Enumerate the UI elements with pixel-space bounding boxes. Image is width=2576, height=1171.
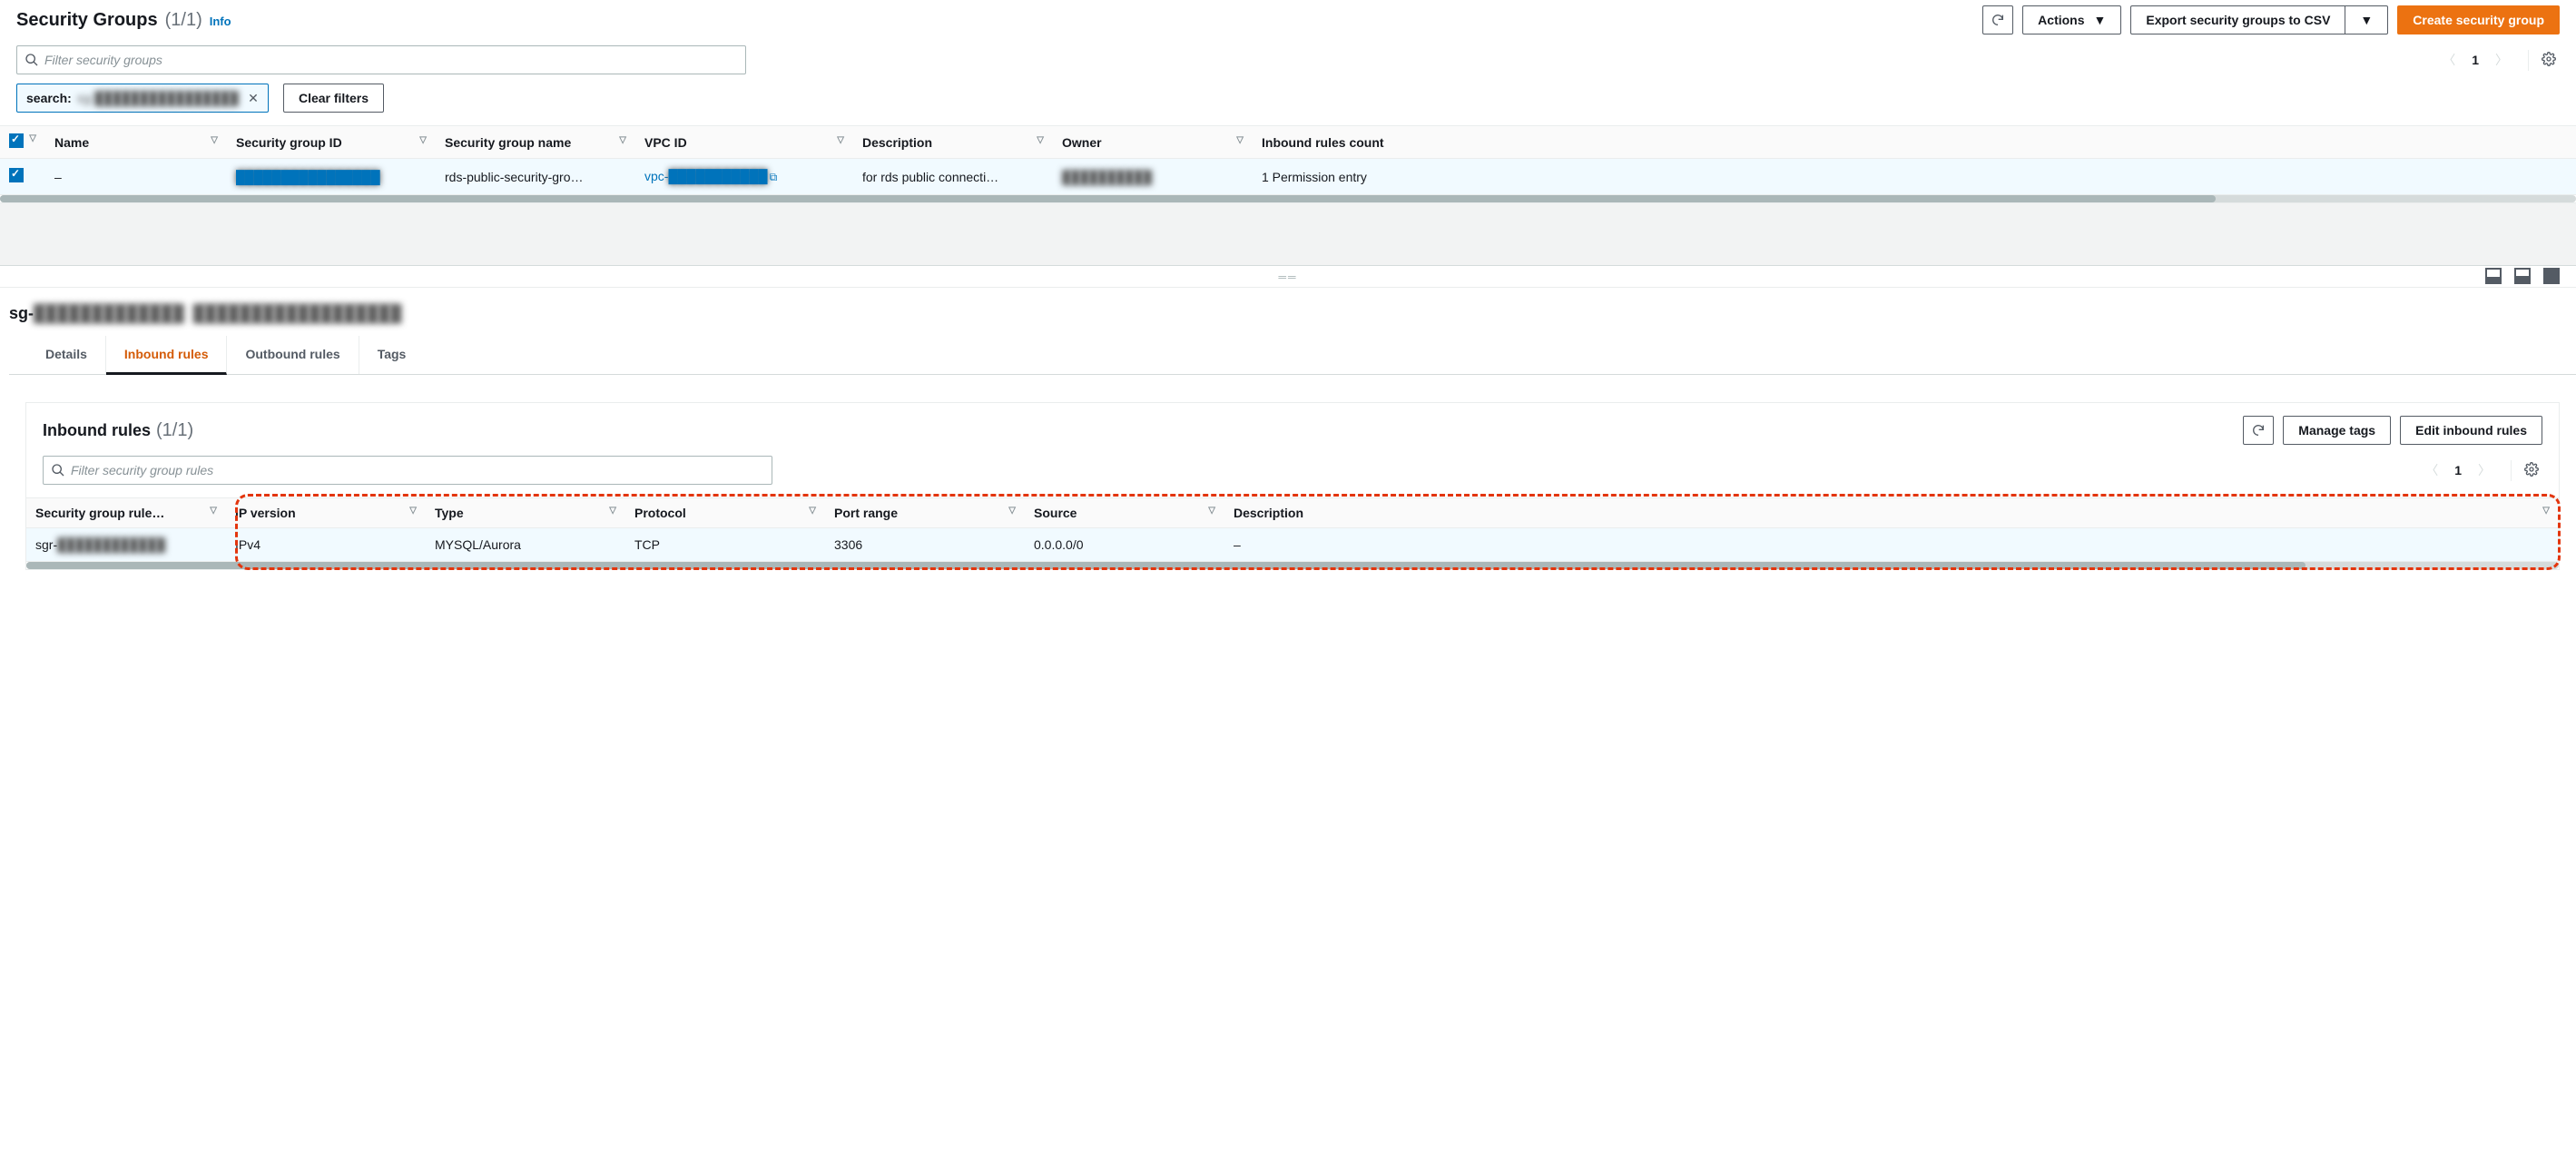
horizontal-scrollbar[interactable] — [0, 195, 2576, 202]
search-input[interactable] — [44, 46, 738, 74]
cell-inbound-count: 1 Permission entry — [1253, 159, 2576, 195]
actions-button[interactable]: Actions ▼ — [2022, 5, 2121, 34]
filter-chip[interactable]: search: sg-████████████████ ✕ — [16, 84, 269, 113]
refresh-icon — [2251, 423, 2266, 438]
sort-icon[interactable]: ▽ — [409, 506, 417, 516]
tab-inbound-rules[interactable]: Inbound rules — [106, 336, 228, 375]
inbound-count: (1/1) — [156, 420, 193, 441]
col-vpc-id[interactable]: VPC ID▽ — [635, 126, 853, 159]
cell-protocol: TCP — [625, 528, 825, 562]
sort-icon[interactable]: ▽ — [619, 135, 626, 145]
export-csv-dropdown[interactable]: ▼ — [2345, 5, 2388, 34]
col-description[interactable]: Description▽ — [853, 126, 1053, 159]
sort-icon[interactable]: ▽ — [1037, 135, 1044, 145]
tab-outbound-rules[interactable]: Outbound rules — [227, 336, 359, 374]
pager-current: 1 — [2472, 53, 2479, 67]
manage-tags-button[interactable]: Manage tags — [2283, 416, 2391, 445]
col-port-range[interactable]: Port range▽ — [825, 498, 1025, 528]
cell-owner: ██████████ — [1053, 159, 1253, 195]
view-half-icon[interactable] — [2514, 268, 2531, 284]
col-protocol[interactable]: Protocol▽ — [625, 498, 825, 528]
inbound-pager-current: 1 — [2454, 463, 2462, 477]
row-checkbox[interactable] — [9, 168, 24, 182]
search-icon — [25, 53, 39, 67]
cell-description: for rds public connecti… — [853, 159, 1053, 195]
pager-prev[interactable]: 〈 — [2439, 49, 2459, 71]
close-icon[interactable]: ✕ — [244, 89, 262, 107]
inbound-search-box[interactable] — [43, 456, 772, 485]
edit-inbound-rules-button[interactable]: Edit inbound rules — [2400, 416, 2542, 445]
sort-icon[interactable]: ▽ — [419, 135, 427, 145]
col-type[interactable]: Type▽ — [426, 498, 625, 528]
cell-sg-id[interactable]: ████████████████ — [227, 159, 436, 195]
select-all-checkbox[interactable] — [9, 133, 24, 148]
table-row[interactable]: sgr-████████████sgr-████████████ IPv4 MY… — [26, 528, 2559, 562]
filter-chip-value: sg-████████████████ — [77, 91, 239, 105]
count-badge: (1/1) — [165, 10, 202, 31]
detail-title: sg-sg-█████████████ ████████████████████… — [9, 297, 2576, 336]
create-security-group-button[interactable]: Create security group — [2397, 5, 2560, 34]
inbound-pager-next[interactable]: 〉 — [2474, 459, 2494, 481]
col-sg-id[interactable]: Security group ID▽ — [227, 126, 436, 159]
inbound-search-input[interactable] — [71, 457, 764, 484]
filter-chip-label: search: — [26, 91, 72, 105]
refresh-icon — [1991, 13, 2005, 27]
sort-icon[interactable]: ▽ — [837, 135, 844, 145]
cell-sg-name: rds-public-security-gro… — [436, 159, 635, 195]
view-split-icon[interactable] — [2485, 268, 2502, 284]
sort-icon[interactable]: ▽ — [211, 135, 218, 145]
sort-icon[interactable]: ▽ — [809, 506, 816, 516]
sort-icon[interactable]: ▽ — [2542, 506, 2550, 516]
clear-filters-button[interactable]: Clear filters — [283, 84, 384, 113]
inbound-pager-prev[interactable]: 〈 — [2422, 459, 2442, 481]
drag-handle-icon[interactable]: ══ — [1278, 271, 1297, 283]
sort-icon[interactable]: ▽ — [609, 506, 616, 516]
inbound-rules-table: Security group rule…▽ IP version▽ Type▽ … — [26, 497, 2559, 562]
panel-splitter[interactable]: ══ — [0, 266, 2576, 288]
horizontal-scrollbar[interactable] — [26, 562, 2559, 569]
pager-next[interactable]: 〉 — [2492, 49, 2512, 71]
caret-down-icon: ▼ — [2094, 13, 2107, 27]
cell-vpc-id[interactable]: vpc-vpc-██████████████████████████⧉ — [635, 159, 853, 195]
actions-label: Actions — [2038, 13, 2084, 27]
col-owner[interactable]: Owner▽ — [1053, 126, 1253, 159]
caret-down-icon: ▼ — [2360, 13, 2373, 27]
tab-tags[interactable]: Tags — [359, 336, 425, 374]
cell-rule-description: – — [1224, 528, 2559, 562]
col-sg-name[interactable]: Security group name▽ — [436, 126, 635, 159]
sort-icon[interactable]: ▽ — [1208, 506, 1215, 516]
col-name[interactable]: Name▽ — [45, 126, 227, 159]
security-groups-table: ▽ Name▽ Security group ID▽ Security grou… — [0, 125, 2576, 195]
inbound-rules-title: Inbound rules — [43, 421, 151, 440]
inbound-settings-gear-icon[interactable] — [2511, 460, 2542, 481]
cell-rule-id: sgr-████████████sgr-████████████ — [26, 528, 226, 562]
tab-details[interactable]: Details — [27, 336, 106, 374]
sort-icon[interactable]: ▽ — [1008, 506, 1016, 516]
inbound-refresh-button[interactable] — [2243, 416, 2274, 445]
info-link[interactable]: Info — [210, 15, 231, 28]
sort-icon[interactable]: ▽ — [29, 133, 36, 143]
cell-ip-version: IPv4 — [226, 528, 426, 562]
col-ip-version[interactable]: IP version▽ — [226, 498, 426, 528]
settings-gear-icon[interactable] — [2528, 50, 2560, 71]
col-source[interactable]: Source▽ — [1025, 498, 1224, 528]
cell-port: 3306 — [825, 528, 1025, 562]
view-full-icon[interactable] — [2543, 268, 2560, 284]
export-csv-button[interactable]: Export security groups to CSV — [2130, 5, 2345, 34]
col-inbound-count[interactable]: Inbound rules count — [1253, 126, 2576, 159]
refresh-button[interactable] — [1982, 5, 2013, 34]
col-rule-description[interactable]: Description▽ — [1224, 498, 2559, 528]
search-box[interactable] — [16, 45, 746, 74]
page-title: Security Groups — [16, 10, 158, 31]
table-row[interactable]: – ████████████████ rds-public-security-g… — [0, 159, 2576, 195]
cell-type: MYSQL/Aurora — [426, 528, 625, 562]
search-icon — [51, 463, 65, 477]
external-link-icon[interactable]: ⧉ — [770, 171, 778, 183]
sort-icon[interactable]: ▽ — [210, 506, 217, 516]
cell-name: – — [45, 159, 227, 195]
cell-source: 0.0.0.0/0 — [1025, 528, 1224, 562]
col-rule-id[interactable]: Security group rule…▽ — [26, 498, 226, 528]
sort-icon[interactable]: ▽ — [1236, 135, 1244, 145]
